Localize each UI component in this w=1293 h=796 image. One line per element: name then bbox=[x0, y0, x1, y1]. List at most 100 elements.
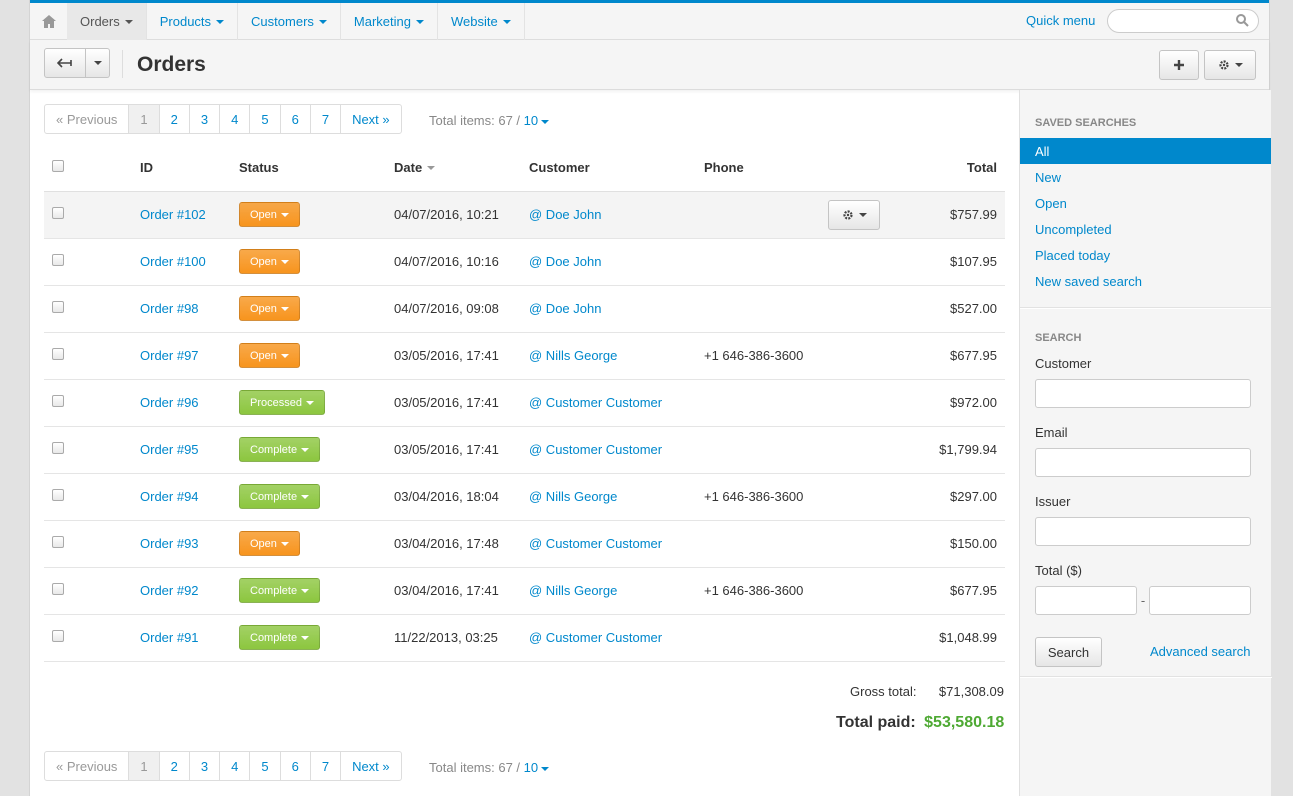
issuer-field[interactable] bbox=[1035, 517, 1251, 546]
nav-item-marketing[interactable]: Marketing bbox=[341, 3, 438, 40]
page-button-7[interactable]: 7 bbox=[309, 751, 342, 781]
column-header-total[interactable]: Total bbox=[898, 144, 1005, 192]
table-row[interactable]: Order #100 Open 04/07/2016, 10:16 @ Doe Joh… bbox=[44, 238, 1005, 286]
status-dropdown[interactable]: Open bbox=[239, 202, 300, 227]
customer-link[interactable]: @ Customer Customer bbox=[529, 442, 662, 457]
row-checkbox[interactable] bbox=[52, 207, 64, 219]
order-link[interactable]: Order #100 bbox=[140, 254, 206, 269]
row-actions-button[interactable] bbox=[828, 199, 880, 230]
status-dropdown[interactable]: Open bbox=[239, 296, 300, 321]
table-row[interactable]: Order #97 Open 03/05/2016, 17:41 @ Nills Ge… bbox=[44, 332, 1005, 380]
table-row[interactable]: Order #102 Open 04/07/2016, 10:21 @ Doe Joh… bbox=[44, 191, 1005, 239]
customer-link[interactable]: @ Customer Customer bbox=[529, 395, 662, 410]
customer-link[interactable]: @ Doe John bbox=[529, 254, 601, 269]
page-button-3[interactable]: 3 bbox=[188, 751, 221, 781]
page-button-1[interactable]: 1 bbox=[128, 104, 160, 134]
customer-link[interactable]: @ Nills George bbox=[529, 489, 617, 504]
customer-link[interactable]: @ Doe John bbox=[529, 301, 601, 316]
saved-search-open[interactable]: Open bbox=[1020, 190, 1271, 216]
quick-menu-link[interactable]: Quick menu bbox=[1026, 13, 1095, 28]
order-link[interactable]: Order #95 bbox=[140, 442, 199, 457]
row-checkbox[interactable] bbox=[52, 301, 64, 313]
advanced-search-link[interactable]: Advanced search bbox=[1150, 644, 1250, 659]
row-checkbox[interactable] bbox=[52, 442, 64, 454]
page-button-6[interactable]: 6 bbox=[279, 104, 311, 134]
column-header-customer[interactable]: Customer bbox=[523, 144, 698, 192]
add-order-button[interactable] bbox=[1159, 50, 1199, 80]
page-button-5[interactable]: 5 bbox=[249, 104, 281, 134]
customer-link[interactable]: @ Nills George bbox=[529, 583, 617, 598]
column-header-date[interactable]: Date bbox=[388, 144, 523, 192]
settings-button[interactable] bbox=[1204, 50, 1256, 80]
search-button[interactable]: Search bbox=[1035, 637, 1102, 667]
row-checkbox[interactable] bbox=[52, 254, 64, 266]
order-link[interactable]: Order #93 bbox=[140, 536, 199, 551]
row-checkbox[interactable] bbox=[52, 630, 64, 642]
back-dropdown-button[interactable] bbox=[86, 48, 110, 78]
saved-search-new-saved-search[interactable]: New saved search bbox=[1020, 268, 1271, 294]
next-page-button[interactable]: Next » bbox=[340, 104, 402, 134]
customer-field[interactable] bbox=[1035, 379, 1251, 408]
page-button-2[interactable]: 2 bbox=[158, 104, 190, 134]
customer-link[interactable]: @ Doe John bbox=[529, 207, 601, 222]
page-button-1[interactable]: 1 bbox=[128, 751, 160, 781]
customer-link[interactable]: @ Customer Customer bbox=[529, 536, 662, 551]
page-button-2[interactable]: 2 bbox=[158, 751, 190, 781]
home-icon[interactable] bbox=[30, 3, 67, 40]
saved-search-placed-today[interactable]: Placed today bbox=[1020, 242, 1271, 268]
table-row[interactable]: Order #95 Complete 03/05/2016, 17:41 @ Cust… bbox=[44, 426, 1005, 474]
next-page-button[interactable]: Next » bbox=[340, 751, 402, 781]
status-dropdown[interactable]: Complete bbox=[239, 578, 321, 603]
status-dropdown[interactable]: Complete bbox=[239, 484, 321, 509]
column-header-status[interactable]: Status bbox=[233, 144, 388, 192]
status-dropdown[interactable]: Complete bbox=[239, 625, 321, 650]
saved-search-uncompleted[interactable]: Uncompleted bbox=[1020, 216, 1271, 242]
previous-page-button[interactable]: « Previous bbox=[44, 751, 130, 781]
top-search-input[interactable] bbox=[1107, 9, 1259, 33]
total-from-field[interactable] bbox=[1035, 586, 1137, 615]
page-button-6[interactable]: 6 bbox=[279, 751, 311, 781]
saved-search-new[interactable]: New bbox=[1020, 164, 1271, 190]
customer-link[interactable]: @ Nills George bbox=[529, 348, 617, 363]
row-checkbox[interactable] bbox=[52, 489, 64, 501]
table-row[interactable]: Order #98 Open 04/07/2016, 09:08 @ Doe John… bbox=[44, 285, 1005, 333]
table-row[interactable]: Order #96 Processed 03/05/2016, 17:41 @ Cus… bbox=[44, 379, 1005, 427]
order-link[interactable]: Order #92 bbox=[140, 583, 199, 598]
nav-item-website[interactable]: Website bbox=[438, 3, 525, 40]
status-dropdown[interactable]: Open bbox=[239, 343, 300, 368]
status-dropdown[interactable]: Open bbox=[239, 249, 300, 274]
page-button-7[interactable]: 7 bbox=[309, 104, 342, 134]
row-checkbox[interactable] bbox=[52, 583, 64, 595]
table-row[interactable]: Order #93 Open 03/04/2016, 17:48 @ Customer… bbox=[44, 520, 1005, 568]
customer-link[interactable]: @ Customer Customer bbox=[529, 630, 662, 645]
page-button-4[interactable]: 4 bbox=[219, 104, 251, 134]
order-link[interactable]: Order #96 bbox=[140, 395, 199, 410]
saved-search-all[interactable]: All bbox=[1020, 138, 1271, 164]
select-all-checkbox[interactable] bbox=[52, 159, 64, 172]
per-page-select[interactable]: 10 bbox=[524, 760, 550, 775]
status-dropdown[interactable]: Processed bbox=[239, 390, 325, 415]
status-dropdown[interactable]: Complete bbox=[239, 437, 321, 462]
row-checkbox[interactable] bbox=[52, 395, 64, 407]
nav-item-customers[interactable]: Customers bbox=[238, 3, 341, 40]
total-to-field[interactable] bbox=[1149, 586, 1251, 615]
page-button-5[interactable]: 5 bbox=[249, 751, 281, 781]
order-link[interactable]: Order #97 bbox=[140, 348, 199, 363]
table-row[interactable]: Order #94 Complete 03/04/2016, 18:04 @ Nill… bbox=[44, 473, 1005, 521]
page-button-3[interactable]: 3 bbox=[188, 104, 221, 134]
email-field[interactable] bbox=[1035, 448, 1251, 477]
table-row[interactable]: Order #92 Complete 03/04/2016, 17:41 @ Nill… bbox=[44, 567, 1005, 615]
row-checkbox[interactable] bbox=[52, 348, 64, 360]
row-checkbox[interactable] bbox=[52, 536, 64, 548]
nav-item-products[interactable]: Products bbox=[147, 3, 239, 40]
page-button-4[interactable]: 4 bbox=[219, 751, 251, 781]
table-row[interactable]: Order #91 Complete 11/22/2013, 03:25 @ Cust… bbox=[44, 614, 1005, 662]
order-link[interactable]: Order #102 bbox=[140, 207, 206, 222]
previous-page-button[interactable]: « Previous bbox=[44, 104, 130, 134]
order-link[interactable]: Order #94 bbox=[140, 489, 199, 504]
nav-item-orders[interactable]: Orders bbox=[67, 3, 147, 40]
back-button[interactable] bbox=[44, 48, 86, 78]
order-link[interactable]: Order #91 bbox=[140, 630, 199, 645]
per-page-select[interactable]: 10 bbox=[524, 113, 550, 128]
column-header-id[interactable]: ID bbox=[88, 144, 233, 192]
